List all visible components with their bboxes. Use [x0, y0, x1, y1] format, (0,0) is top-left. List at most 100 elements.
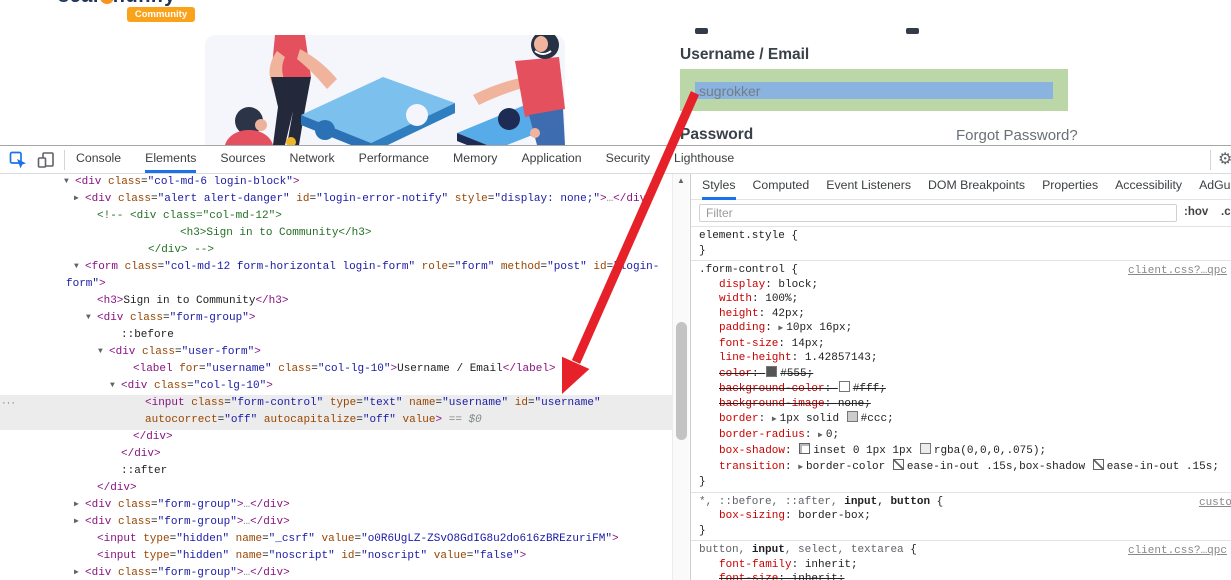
- scrollbar-thumb[interactable]: [676, 322, 687, 440]
- dom-tree-line[interactable]: form">: [66, 278, 106, 295]
- devtools-tab-security[interactable]: Security: [606, 146, 650, 173]
- dom-tree-line[interactable]: ▼<div class="form-group">: [86, 312, 255, 329]
- stylesheet-link[interactable]: client.css?…qpc: [1128, 544, 1227, 559]
- dom-tree-line[interactable]: <input class="form-control" type="text" …: [145, 397, 601, 414]
- dom-tree-line[interactable]: ▶<div class="alert alert-danger" id="log…: [74, 193, 653, 210]
- dom-tree-line[interactable]: <!-- <div class="col-md-12">: [97, 210, 282, 227]
- tree-expand-arrow-icon: ▶: [74, 567, 85, 577]
- css-rule-close-brace: }: [691, 475, 1231, 490]
- cubic-bezier-icon: [893, 459, 904, 470]
- devtools-tab-lighthouse[interactable]: Lighthouse: [674, 146, 734, 173]
- class-toggle[interactable]: .cls: [1221, 206, 1231, 218]
- styles-filter-input[interactable]: [699, 204, 1177, 222]
- elements-scrollbar[interactable]: ▲: [672, 174, 689, 580]
- community-badge: Community: [127, 7, 195, 22]
- sidebar-tab-accessibility[interactable]: Accessibility: [1115, 174, 1182, 200]
- css-rule: element.style {}: [691, 227, 1231, 261]
- devtools-tab-application[interactable]: Application: [521, 146, 581, 173]
- dom-tree-line[interactable]: ▶<div class="form-group">…</div>: [74, 499, 290, 516]
- sidebar-tab-computed[interactable]: Computed: [753, 174, 810, 200]
- dom-tree-line[interactable]: </div>: [121, 448, 161, 465]
- css-declaration[interactable]: line-height: 1.42857143;: [691, 351, 1231, 366]
- more-actions-dots[interactable]: ···: [2, 397, 16, 409]
- css-declaration[interactable]: width: 100%;: [691, 292, 1231, 307]
- sidebar-tab-adguard[interactable]: AdGuard: [1199, 174, 1231, 200]
- css-declaration[interactable]: box-shadow: inset 0 1px 1px rgba(0,0,0,.…: [691, 443, 1231, 459]
- sidebar-tab-properties[interactable]: Properties: [1042, 174, 1098, 200]
- tree-expand-arrow-icon: ▼: [98, 347, 109, 356]
- username-label: Username / Email: [680, 46, 809, 64]
- pseudo-state-toggle[interactable]: :hov: [1184, 206, 1208, 218]
- devtools-tab-bar: Console Elements Sources Network Performance…: [76, 146, 734, 173]
- device-toolbar-icon[interactable]: [36, 150, 56, 170]
- color-swatch-icon: [920, 443, 931, 454]
- value-expand-arrow-icon: ▶: [818, 431, 823, 440]
- scroll-up-arrow-icon[interactable]: ▲: [673, 176, 689, 185]
- css-declaration[interactable]: height: 42px;: [691, 307, 1231, 322]
- value-expand-arrow-icon: ▶: [778, 324, 783, 333]
- sidebar-tab-dom-breakpoints[interactable]: DOM Breakpoints: [928, 174, 1025, 200]
- stylesheet-link[interactable]: custom-sty: [1199, 496, 1231, 511]
- css-declaration[interactable]: padding: ▶10px 16px;: [691, 321, 1231, 337]
- devtools-toolbar: Console Elements Sources Network Performance…: [0, 146, 1231, 174]
- css-selector[interactable]: button, input, select, textarea {client.…: [691, 543, 1231, 558]
- devtools-tab-performance[interactable]: Performance: [359, 146, 429, 173]
- illustration-people-puzzle: [205, 35, 565, 145]
- dom-tree-line[interactable]: </div>: [133, 431, 173, 448]
- tree-expand-arrow-icon: ▼: [74, 262, 85, 271]
- css-declaration[interactable]: border: ▶1px solid #ccc;: [691, 411, 1231, 428]
- dom-tree-line[interactable]: ▼<form class="col-md-12 form-horizontal …: [74, 261, 659, 278]
- dom-tree-line[interactable]: ▶<div class="form-group">…</div>: [74, 567, 290, 580]
- username-input-value: sugrokker: [699, 83, 760, 99]
- dom-tree-line[interactable]: ::before: [121, 329, 174, 346]
- css-rule: button, input, select, textarea {client.…: [691, 541, 1231, 580]
- toolbar-divider: [64, 150, 65, 170]
- tree-expand-arrow-icon: ▶: [74, 516, 85, 526]
- settings-gear-icon[interactable]: ⚙: [1218, 149, 1231, 169]
- dom-tree-line[interactable]: ▼<div class="user-form">: [98, 346, 261, 363]
- dom-tree-line[interactable]: <h3>Sign in to Community</h3>: [180, 227, 371, 244]
- devtools-tab-sources[interactable]: Sources: [220, 146, 265, 173]
- css-declaration[interactable]: box-sizing: border-box;: [691, 509, 1231, 524]
- dom-tree-line[interactable]: <input type="hidden" name="_csrf" value=…: [97, 533, 619, 550]
- css-selector[interactable]: .form-control {client.css?…qpc: [691, 263, 1231, 278]
- tree-expand-arrow-icon: ▶: [74, 193, 85, 203]
- css-selector[interactable]: *, ::before, ::after, input, button {cus…: [691, 495, 1231, 510]
- css-declaration[interactable]: border-radius: ▶0;: [691, 428, 1231, 444]
- stylesheet-link[interactable]: client.css?…qpc: [1128, 264, 1227, 279]
- dom-tree-line[interactable]: ::after: [121, 465, 167, 482]
- dom-tree-line[interactable]: ▶<div class="form-group">…</div>: [74, 516, 290, 533]
- css-declaration[interactable]: background-color: #fff;: [691, 381, 1231, 397]
- dom-tree-line[interactable]: </div> -->: [148, 244, 214, 261]
- sidebar-tab-styles[interactable]: Styles: [702, 174, 736, 200]
- css-declaration[interactable]: background-image: none;: [691, 397, 1231, 412]
- devtools-tab-memory[interactable]: Memory: [453, 146, 497, 173]
- dom-tree-line[interactable]: <input type="hidden" name="noscript" id=…: [97, 550, 526, 567]
- dom-tree-line[interactable]: <h3>Sign in to Community</h3>: [97, 295, 288, 312]
- forgot-password-link[interactable]: Forgot Password?: [956, 127, 1078, 144]
- inspect-element-icon[interactable]: [8, 150, 28, 170]
- css-rule: *, ::before, ::after, input, button {cus…: [691, 493, 1231, 542]
- devtools-tab-console[interactable]: Console: [76, 146, 121, 173]
- dom-tree-line[interactable]: autocorrect="off" autocapitalize="off" v…: [145, 414, 482, 431]
- css-declaration[interactable]: font-size: 14px;: [691, 337, 1231, 352]
- css-selector[interactable]: element.style {: [691, 229, 1231, 244]
- dom-tree-line[interactable]: </div>: [97, 482, 137, 499]
- css-declaration[interactable]: color: #555;: [691, 366, 1231, 382]
- color-swatch-icon: [839, 381, 850, 392]
- logo-wordmark: searchunify: [58, 0, 176, 7]
- devtools-tab-network[interactable]: Network: [290, 146, 335, 173]
- puzzle-illustration-svg: [205, 35, 565, 145]
- sidebar-tab-event-listeners[interactable]: Event Listeners: [826, 174, 911, 200]
- css-declaration[interactable]: transition: ▶border-color ease-in-out .1…: [691, 459, 1231, 476]
- dom-tree-line[interactable]: ▼<div class="col-lg-10">: [110, 380, 273, 397]
- devtools-tab-elements[interactable]: Elements: [145, 146, 196, 173]
- dom-tree-line[interactable]: ▼<div class="col-md-6 login-block">: [64, 176, 299, 193]
- css-declaration[interactable]: font-family: inherit;: [691, 558, 1231, 573]
- dom-tree-line[interactable]: <label for="username" class="col-lg-10">…: [133, 363, 556, 380]
- css-declaration[interactable]: display: block;: [691, 278, 1231, 293]
- color-swatch-icon: [766, 366, 777, 377]
- toolbar-divider: [1210, 150, 1211, 170]
- css-declaration[interactable]: font-size: inherit;: [691, 572, 1231, 580]
- tree-expand-arrow-icon: ▶: [74, 499, 85, 509]
